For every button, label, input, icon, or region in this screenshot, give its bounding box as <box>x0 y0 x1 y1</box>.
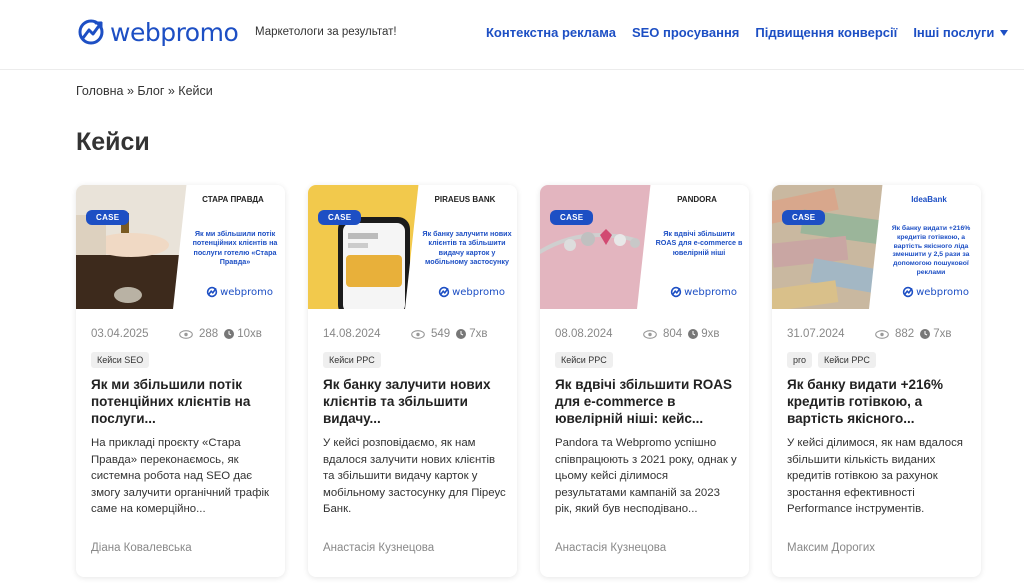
read-time: 9хв <box>701 328 720 340</box>
post-date: 08.08.2024 <box>555 328 613 340</box>
post-date: 31.07.2024 <box>787 328 845 340</box>
case-thumbnail[interactable]: PANDORA Як вдвічі збільшити ROAS для e-c… <box>540 185 749 309</box>
case-card[interactable]: IdeaBank Як банку видати +216% кредитів … <box>772 185 981 577</box>
thumbnail-logo-text: webpromo <box>916 286 969 298</box>
card-title[interactable]: Як вдвічі збільшити ROAS для e-commerce … <box>555 376 740 427</box>
tag[interactable]: Кейси PPC <box>818 352 876 368</box>
case-badge: CASE <box>550 210 594 225</box>
logo-text: webpromo <box>110 17 239 47</box>
tag[interactable]: Кейси PPC <box>323 352 381 368</box>
card-meta: 31.07.2024 882 7хв <box>787 328 967 340</box>
page-title: Кейси <box>76 128 150 156</box>
site-logo[interactable]: webpromo <box>76 17 239 47</box>
thumbnail-logo: webpromo <box>902 286 969 298</box>
thumbnail-logo-text: webpromo <box>684 286 737 298</box>
card-title[interactable]: Як банку видати +216% кредитів готівкою,… <box>787 376 972 427</box>
tag-list: Кейси PPC <box>555 352 619 368</box>
nav-context-ads[interactable]: Контекстна реклама <box>486 25 616 40</box>
tag[interactable]: pro <box>787 352 813 368</box>
client-brand: IdeaBank <box>911 195 947 204</box>
nav-other-services-label: Інші послуги <box>913 25 995 40</box>
eye-icon <box>411 329 425 339</box>
card-meta: 03.04.2025 288 10хв <box>91 328 271 340</box>
main-nav: Контекстна реклама SEO просування Підвищ… <box>486 25 1009 40</box>
case-badge: CASE <box>782 210 826 225</box>
card-excerpt: У кейсі розповідаємо, як нам вдалося зал… <box>323 437 506 515</box>
views-count: 882 <box>895 328 915 340</box>
card-author: Анастасія Кузнецова <box>323 542 435 554</box>
client-brand: PIRAEUS BANK <box>434 195 496 204</box>
thumbnail-caption: Як банку видати +216% кредитів готівкою,… <box>891 225 971 277</box>
views-count: 288 <box>199 328 219 340</box>
chevron-down-icon <box>1000 30 1009 36</box>
card-title[interactable]: Як ми збільшили потік потенційних клієнт… <box>91 376 276 427</box>
webpromo-logo-icon <box>78 19 104 45</box>
tag-list: Кейси SEO <box>91 352 155 368</box>
tag-list: pro Кейси PPC <box>787 352 882 368</box>
webpromo-logo-icon <box>902 286 914 298</box>
client-brand: PANDORA <box>677 195 717 204</box>
card-excerpt: У кейсі ділимося, як нам вдалося збільши… <box>787 437 963 515</box>
nav-seo[interactable]: SEO просування <box>632 25 739 40</box>
post-date: 03.04.2025 <box>91 328 149 340</box>
webpromo-logo-icon <box>206 286 218 298</box>
thumbnail-caption: Як вдвічі збільшити ROAS для e-commerce … <box>655 229 743 257</box>
client-brand: СТАРА ПРАВДА <box>202 195 264 204</box>
tagline: Маркетологи за результат! <box>255 26 397 38</box>
card-author: Анастасія Кузнецова <box>555 542 667 554</box>
eye-icon <box>643 329 657 339</box>
read-time: 7хв <box>469 328 488 340</box>
card-excerpt: Pandora та Webpromo успішно співпрацюють… <box>555 437 737 515</box>
card-meta: 14.08.2024 549 7хв <box>323 328 503 340</box>
thumbnail-logo: webpromo <box>670 286 737 298</box>
case-card[interactable]: СТАРА ПРАВДА Як ми збільшили потік потен… <box>76 185 285 577</box>
case-thumbnail[interactable]: PIRAEUS BANK Як банку залучити нових клі… <box>308 185 517 309</box>
tag-list: Кейси PPC <box>323 352 387 368</box>
read-time: 10хв <box>237 328 262 340</box>
eye-icon <box>875 329 889 339</box>
case-badge: CASE <box>318 210 362 225</box>
breadcrumb[interactable]: Головна » Блог » Кейси <box>76 84 213 98</box>
nav-conversion[interactable]: Підвищення конверсії <box>755 25 897 40</box>
case-card[interactable]: PIRAEUS BANK Як банку залучити нових клі… <box>308 185 517 577</box>
site-header: webpromo Маркетологи за результат! Конте… <box>0 0 1024 70</box>
thumbnail-logo-text: webpromo <box>220 286 273 298</box>
webpromo-logo-icon <box>438 286 450 298</box>
clock-icon <box>688 329 699 339</box>
tag[interactable]: Кейси SEO <box>91 352 150 368</box>
card-author: Діана Ковалевська <box>91 542 192 554</box>
case-thumbnail[interactable]: IdeaBank Як банку видати +216% кредитів … <box>772 185 981 309</box>
thumbnail-logo-text: webpromo <box>452 286 505 298</box>
case-thumbnail[interactable]: СТАРА ПРАВДА Як ми збільшили потік потен… <box>76 185 285 309</box>
eye-icon <box>179 329 193 339</box>
card-author: Максим Дорогих <box>787 542 876 554</box>
webpromo-logo-icon <box>670 286 682 298</box>
views-count: 549 <box>431 328 451 340</box>
clock-icon <box>920 329 931 339</box>
card-meta: 08.08.2024 804 9хв <box>555 328 735 340</box>
nav-other-services[interactable]: Інші послуги <box>913 25 1009 40</box>
views-count: 804 <box>663 328 683 340</box>
read-time: 7хв <box>933 328 952 340</box>
thumbnail-logo: webpromo <box>438 286 505 298</box>
tag[interactable]: Кейси PPC <box>555 352 613 368</box>
thumbnail-caption: Як банку залучити нових клієнтів та збіл… <box>422 229 512 267</box>
post-date: 14.08.2024 <box>323 328 381 340</box>
case-card[interactable]: PANDORA Як вдвічі збільшити ROAS для e-c… <box>540 185 749 577</box>
clock-icon <box>456 329 467 339</box>
clock-icon <box>224 329 235 339</box>
card-title[interactable]: Як банку залучити нових клієнтів та збіл… <box>323 376 508 427</box>
card-excerpt: На прикладі проєкту «Стара Правда» перек… <box>91 437 269 515</box>
case-badge: CASE <box>86 210 130 225</box>
thumbnail-caption: Як ми збільшили потік потенційних клієнт… <box>192 229 278 267</box>
thumbnail-logo: webpromo <box>206 286 273 298</box>
